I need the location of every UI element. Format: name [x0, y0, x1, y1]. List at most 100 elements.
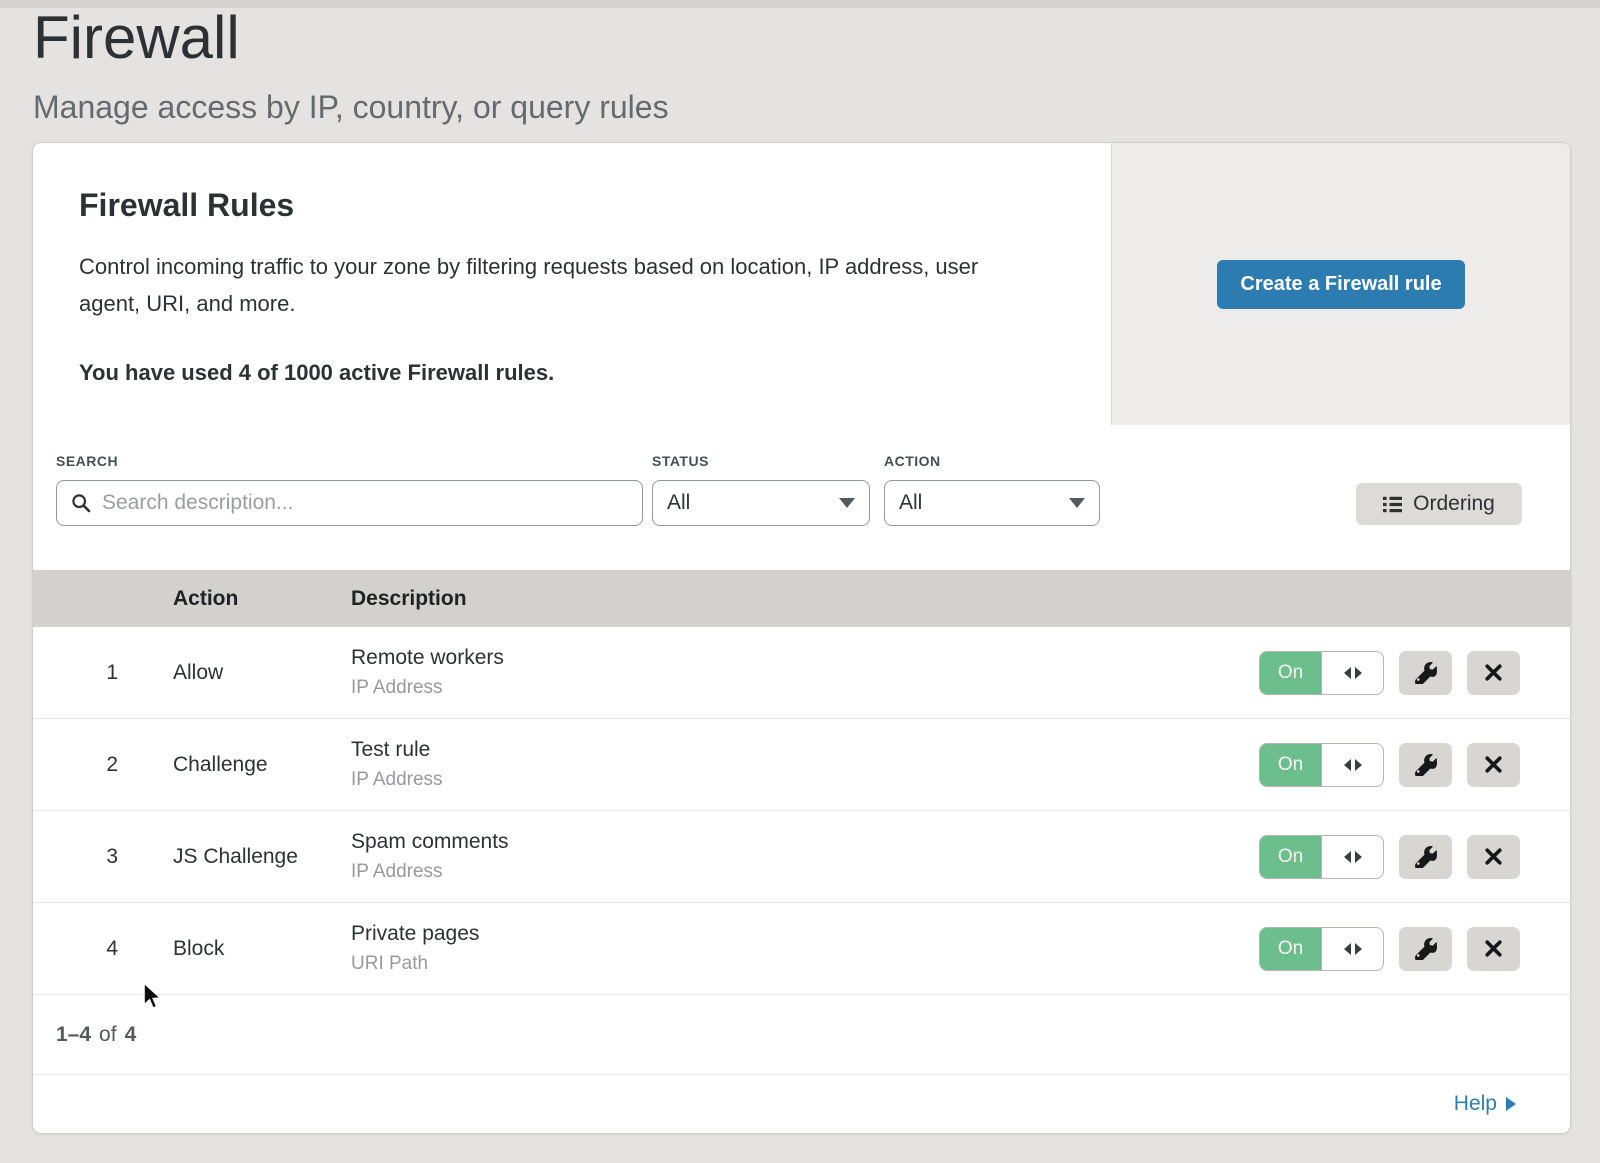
ordering-list-icon: [1383, 496, 1402, 513]
rule-priority: 3: [33, 845, 166, 869]
action-select[interactable]: All: [884, 480, 1100, 526]
delete-rule-button[interactable]: [1467, 927, 1520, 971]
toggle-arrows: [1322, 652, 1383, 694]
rule-controls: On: [1259, 927, 1570, 971]
search-filter: SEARCH: [56, 453, 643, 526]
toggle-on-label: On: [1260, 928, 1322, 970]
arrow-left-icon: [1344, 851, 1351, 863]
help-label: Help: [1454, 1092, 1497, 1116]
chevron-down-icon: [1069, 498, 1085, 508]
edit-rule-button[interactable]: [1399, 743, 1452, 787]
card-footer: Help: [33, 1075, 1570, 1133]
search-icon: [71, 493, 91, 513]
pagination-of-label: of: [99, 1023, 117, 1047]
edit-rule-button[interactable]: [1399, 927, 1452, 971]
rule-field-type: IP Address: [351, 677, 1259, 699]
table-row: 2 Challenge Test rule IP Address On: [33, 719, 1570, 811]
table-header: Action Description: [33, 570, 1570, 627]
overview-description: Control incoming traffic to your zone by…: [79, 248, 1039, 322]
rule-description-cell: Test rule IP Address: [344, 738, 1259, 791]
search-label: SEARCH: [56, 453, 643, 469]
toggle-on-label: On: [1260, 836, 1322, 878]
rule-action: Challenge: [166, 753, 344, 777]
create-firewall-rule-button[interactable]: Create a Firewall rule: [1217, 260, 1464, 309]
rule-description: Spam comments: [351, 830, 1259, 854]
rule-controls: On: [1259, 651, 1570, 695]
arrow-left-icon: [1344, 943, 1351, 955]
toggle-arrows: [1322, 928, 1383, 970]
edit-rule-button[interactable]: [1399, 835, 1452, 879]
overview-section: Firewall Rules Control incoming traffic …: [33, 143, 1570, 425]
page-header: Firewall Manage access by IP, country, o…: [33, 6, 669, 126]
rule-status-toggle[interactable]: On: [1259, 927, 1384, 971]
pagination-range: 1–4: [56, 1023, 91, 1047]
overview-usage-count: You have used 4 of 1000 active Firewall …: [79, 360, 1051, 386]
rule-action: Block: [166, 937, 344, 961]
wrench-icon: [1415, 754, 1437, 776]
close-icon: [1484, 755, 1503, 774]
rule-description: Remote workers: [351, 646, 1259, 670]
rule-priority: 2: [33, 753, 166, 777]
search-input[interactable]: [100, 490, 628, 516]
rule-field-type: IP Address: [351, 861, 1259, 883]
rule-description: Test rule: [351, 738, 1259, 762]
toggle-on-label: On: [1260, 652, 1322, 694]
delete-rule-button[interactable]: [1467, 835, 1520, 879]
status-filter: STATUS All: [652, 453, 870, 526]
create-rule-panel: Create a Firewall rule: [1111, 143, 1570, 425]
edit-rule-button[interactable]: [1399, 651, 1452, 695]
rule-field-type: URI Path: [351, 953, 1259, 975]
rule-controls: On: [1259, 743, 1570, 787]
rule-description-cell: Spam comments IP Address: [344, 830, 1259, 883]
table-row: 4 Block Private pages URI Path On: [33, 903, 1570, 995]
status-select-value: All: [667, 491, 690, 515]
status-label: STATUS: [652, 453, 870, 469]
arrow-right-icon: [1355, 667, 1362, 679]
wrench-icon: [1415, 846, 1437, 868]
toggle-on-label: On: [1260, 744, 1322, 786]
rule-status-toggle[interactable]: On: [1259, 743, 1384, 787]
page-subtitle: Manage access by IP, country, or query r…: [33, 89, 669, 126]
rule-priority: 1: [33, 661, 166, 685]
rule-status-toggle[interactable]: On: [1259, 835, 1384, 879]
action-select-value: All: [899, 491, 922, 515]
rule-status-toggle[interactable]: On: [1259, 651, 1384, 695]
page-title: Firewall: [33, 6, 669, 69]
pagination: 1–4 of 4: [33, 995, 1570, 1075]
mouse-cursor: [142, 982, 168, 1012]
delete-rule-button[interactable]: [1467, 651, 1520, 695]
rules-list: 1 Allow Remote workers IP Address On: [33, 627, 1570, 995]
toggle-arrows: [1322, 744, 1383, 786]
search-input-wrapper: [56, 480, 643, 526]
arrow-right-icon: [1355, 943, 1362, 955]
help-link[interactable]: Help: [1454, 1092, 1516, 1116]
rule-field-type: IP Address: [351, 769, 1259, 791]
close-icon: [1484, 847, 1503, 866]
wrench-icon: [1415, 662, 1437, 684]
close-icon: [1484, 663, 1503, 682]
action-filter: ACTION All: [884, 453, 1100, 526]
arrow-right-icon: [1355, 851, 1362, 863]
rule-description: Private pages: [351, 922, 1259, 946]
wrench-icon: [1415, 938, 1437, 960]
rule-description-cell: Remote workers IP Address: [344, 646, 1259, 699]
ordering-button-label: Ordering: [1413, 492, 1495, 516]
table-row: 3 JS Challenge Spam comments IP Address …: [33, 811, 1570, 903]
ordering-button[interactable]: Ordering: [1356, 483, 1522, 525]
status-select[interactable]: All: [652, 480, 870, 526]
action-label: ACTION: [884, 453, 1100, 469]
chevron-down-icon: [839, 498, 855, 508]
filters-bar: SEARCH STATUS All ACTION All: [33, 425, 1570, 570]
toggle-arrows: [1322, 836, 1383, 878]
rule-description-cell: Private pages URI Path: [344, 922, 1259, 975]
arrow-right-icon: [1355, 759, 1362, 771]
overview-text-panel: Firewall Rules Control incoming traffic …: [33, 143, 1111, 425]
column-header-description: Description: [344, 587, 1259, 611]
delete-rule-button[interactable]: [1467, 743, 1520, 787]
rule-action: JS Challenge: [166, 845, 344, 869]
pagination-total: 4: [125, 1023, 137, 1047]
arrow-left-icon: [1344, 667, 1351, 679]
arrow-left-icon: [1344, 759, 1351, 771]
rule-priority: 4: [33, 937, 166, 961]
table-row: 1 Allow Remote workers IP Address On: [33, 627, 1570, 719]
